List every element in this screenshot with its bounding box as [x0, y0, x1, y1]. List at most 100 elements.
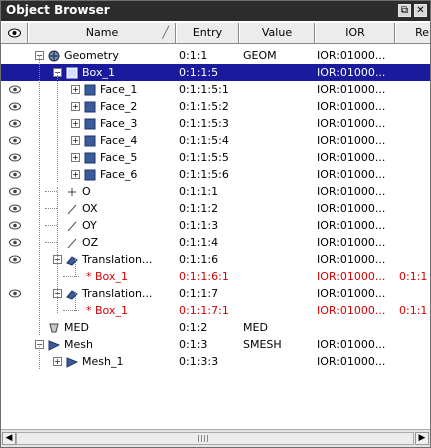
title-bar[interactable]: Object Browser ⧉ ✕ — [1, 1, 430, 21]
tree-row[interactable]: + Face_2 0:1:1:5:2 IOR:01000... — [1, 98, 430, 115]
visibility-cell[interactable] — [1, 47, 27, 64]
tree-row[interactable]: + Face_1 0:1:1:5:1 IOR:01000... — [1, 81, 430, 98]
visibility-cell[interactable] — [1, 183, 27, 200]
column-header-name[interactable]: Name ╱ — [28, 23, 176, 43]
eye-icon[interactable] — [9, 85, 21, 94]
eye-icon[interactable] — [9, 204, 21, 213]
visibility-cell[interactable] — [1, 251, 27, 268]
tree-row[interactable]: + Face_5 0:1:1:5:5 IOR:01000... — [1, 149, 430, 166]
tree-item-name: Face_4 — [100, 134, 138, 147]
med-icon — [48, 322, 59, 333]
visibility-cell[interactable] — [1, 336, 27, 353]
cell-ior: IOR:01000... — [317, 270, 386, 283]
tree-row[interactable]: + Mesh_1 0:1:3:3 IOR:01000... — [1, 353, 430, 370]
cell-ior: IOR:01000... — [317, 100, 386, 113]
cell-entry: 0:1:1:4 — [179, 236, 219, 249]
tree-item-name: OX — [82, 202, 98, 215]
scroll-left-button[interactable]: ◀ — [2, 432, 16, 445]
tree-row[interactable]: + Face_4 0:1:1:5:4 IOR:01000... — [1, 132, 430, 149]
column-header-ior[interactable]: IOR — [315, 23, 395, 43]
tree-item-name: * Box_1 — [86, 304, 128, 317]
eye-icon[interactable] — [9, 119, 21, 128]
visibility-cell[interactable] — [1, 98, 27, 115]
cell-ref — [399, 200, 430, 217]
visibility-cell[interactable] — [1, 319, 27, 336]
cell-ref — [399, 234, 430, 251]
cell-ref — [399, 81, 430, 98]
restore-button[interactable]: ⧉ — [398, 4, 411, 17]
expand-icon[interactable]: + — [71, 170, 80, 179]
cell-entry: 0:1:1:1 — [179, 185, 219, 198]
tree-row[interactable]: OX 0:1:1:2 IOR:01000... — [1, 200, 430, 217]
cell-ior: IOR:01000... — [317, 66, 386, 79]
tree-item-name: Face_3 — [100, 117, 138, 130]
cell-entry: 0:1:1:7 — [179, 287, 219, 300]
tree-row[interactable]: − Mesh 0:1:3 SMESH IOR:01000... — [1, 336, 430, 353]
visibility-cell[interactable] — [1, 64, 27, 81]
eye-icon[interactable] — [9, 289, 21, 298]
visibility-cell[interactable] — [1, 200, 27, 217]
window-title: Object Browser — [6, 3, 110, 17]
visibility-cell[interactable] — [1, 115, 27, 132]
eye-icon[interactable] — [9, 255, 21, 264]
cell-value — [243, 115, 313, 132]
eye-icon[interactable] — [9, 221, 21, 230]
tree-row[interactable]: * Box_1 0:1:1:6:1 IOR:01000... 0:1:1 — [1, 268, 430, 285]
expand-icon[interactable]: + — [71, 102, 80, 111]
cell-ref — [399, 319, 430, 336]
expand-icon[interactable]: + — [71, 85, 80, 94]
expand-icon[interactable]: + — [53, 357, 62, 366]
visibility-cell[interactable] — [1, 285, 27, 302]
tree-row[interactable]: OY 0:1:1:3 IOR:01000... — [1, 217, 430, 234]
expand-icon[interactable]: + — [71, 119, 80, 128]
tree-row[interactable]: OZ 0:1:1:4 IOR:01000... — [1, 234, 430, 251]
visibility-cell[interactable] — [1, 132, 27, 149]
tree-item-name: Mesh_1 — [82, 355, 124, 368]
visibility-cell[interactable] — [1, 217, 27, 234]
tree-row[interactable]: O 0:1:1:1 IOR:01000... — [1, 183, 430, 200]
tree-row[interactable]: − Geometry 0:1:1 GEOM IOR:01000... — [1, 47, 430, 64]
eye-icon[interactable] — [9, 102, 21, 111]
tree-row[interactable]: + Face_6 0:1:1:5:6 IOR:01000... — [1, 166, 430, 183]
visibility-cell[interactable] — [1, 268, 27, 285]
cell-ref — [399, 217, 430, 234]
column-header-value[interactable]: Value — [239, 23, 315, 43]
tree-view[interactable]: − Geometry 0:1:1 GEOM IOR:01000... − Box_1 0:1:… — [1, 47, 430, 427]
tree-row[interactable]: − Translation... 0:1:1:6 IOR:01000... — [1, 251, 430, 268]
cell-value — [243, 353, 313, 370]
scroll-thumb[interactable] — [16, 432, 414, 445]
visibility-cell[interactable] — [1, 302, 27, 319]
visibility-cell[interactable] — [1, 353, 27, 370]
mesh-icon — [48, 339, 61, 351]
tree-row[interactable]: * Box_1 0:1:1:7:1 IOR:01000... 0:1:1 — [1, 302, 430, 319]
visibility-cell[interactable] — [1, 166, 27, 183]
column-header-ref[interactable]: Re — [395, 23, 431, 43]
cell-ior: IOR:01000... — [317, 304, 386, 317]
tree-row[interactable]: − Translation... 0:1:1:7 IOR:01000... — [1, 285, 430, 302]
vector-icon — [66, 203, 77, 215]
eye-icon[interactable] — [9, 187, 21, 196]
close-button[interactable]: ✕ — [414, 4, 427, 17]
tree-connector — [45, 242, 57, 243]
cell-value — [243, 285, 313, 302]
expand-icon[interactable]: + — [71, 153, 80, 162]
cell-value: GEOM — [243, 49, 277, 62]
cell-entry: 0:1:1:5:2 — [179, 100, 229, 113]
vector-icon — [66, 220, 77, 232]
eye-icon[interactable] — [9, 238, 21, 247]
horizontal-scrollbar[interactable]: ◀ ▶ — [1, 429, 430, 447]
eye-icon[interactable] — [9, 153, 21, 162]
expand-icon[interactable]: + — [71, 136, 80, 145]
visibility-cell[interactable] — [1, 81, 27, 98]
eye-icon[interactable] — [9, 136, 21, 145]
cell-value — [243, 149, 313, 166]
tree-row[interactable]: + Face_3 0:1:1:5:3 IOR:01000... — [1, 115, 430, 132]
visibility-cell[interactable] — [1, 234, 27, 251]
tree-row[interactable]: MED 0:1:2 MED — [1, 319, 430, 336]
visibility-cell[interactable] — [1, 149, 27, 166]
eye-icon[interactable] — [9, 170, 21, 179]
scroll-right-button[interactable]: ▶ — [415, 432, 429, 445]
tree-row[interactable]: − Box_1 0:1:1:5 IOR:01000... — [1, 64, 430, 81]
column-header-entry[interactable]: Entry — [176, 23, 239, 43]
column-header-visibility[interactable] — [1, 23, 28, 43]
